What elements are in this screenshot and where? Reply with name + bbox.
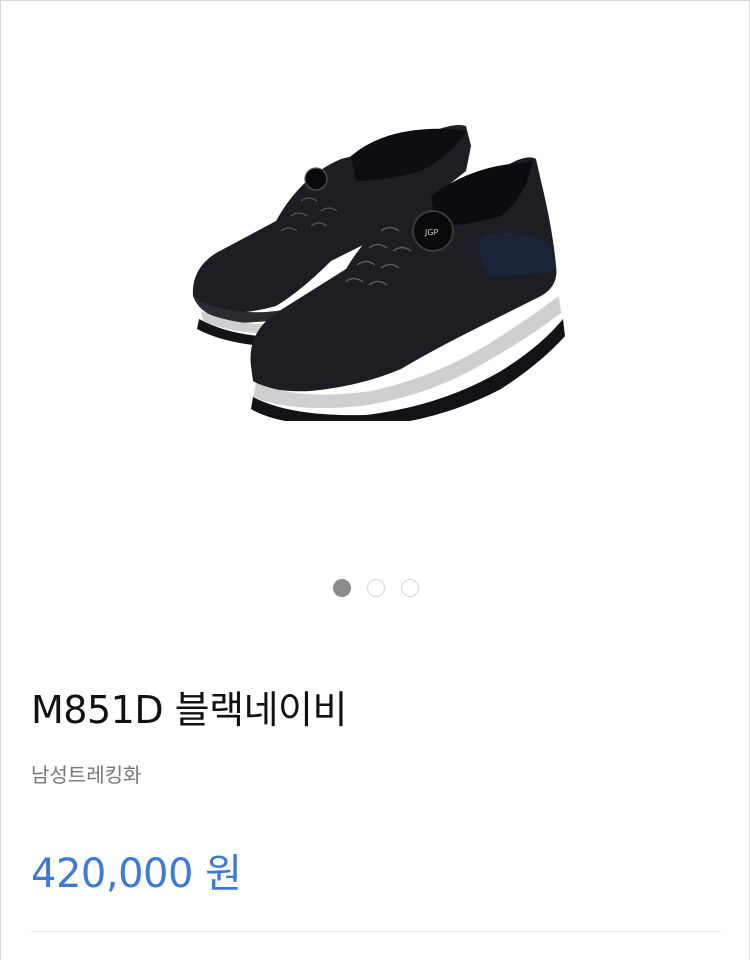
section-divider (31, 931, 721, 932)
product-category: 남성트레킹화 (31, 763, 142, 787)
product-title: M851D 블랙네이비 (31, 688, 347, 732)
carousel-dot-2[interactable] (367, 579, 385, 597)
product-detail-page: JGP M851D 블랙네이비 남성트레킹화 420,000 원 (0, 0, 750, 960)
product-image-carousel[interactable]: JGP (1, 1, 750, 561)
svg-text:JGP: JGP (424, 228, 439, 237)
carousel-dot-1[interactable] (333, 579, 351, 597)
carousel-pagination (1, 579, 750, 597)
carousel-dot-3[interactable] (401, 579, 419, 597)
product-price: 420,000 원 (31, 851, 242, 897)
black-trekking-shoes-image: JGP (192, 125, 565, 421)
